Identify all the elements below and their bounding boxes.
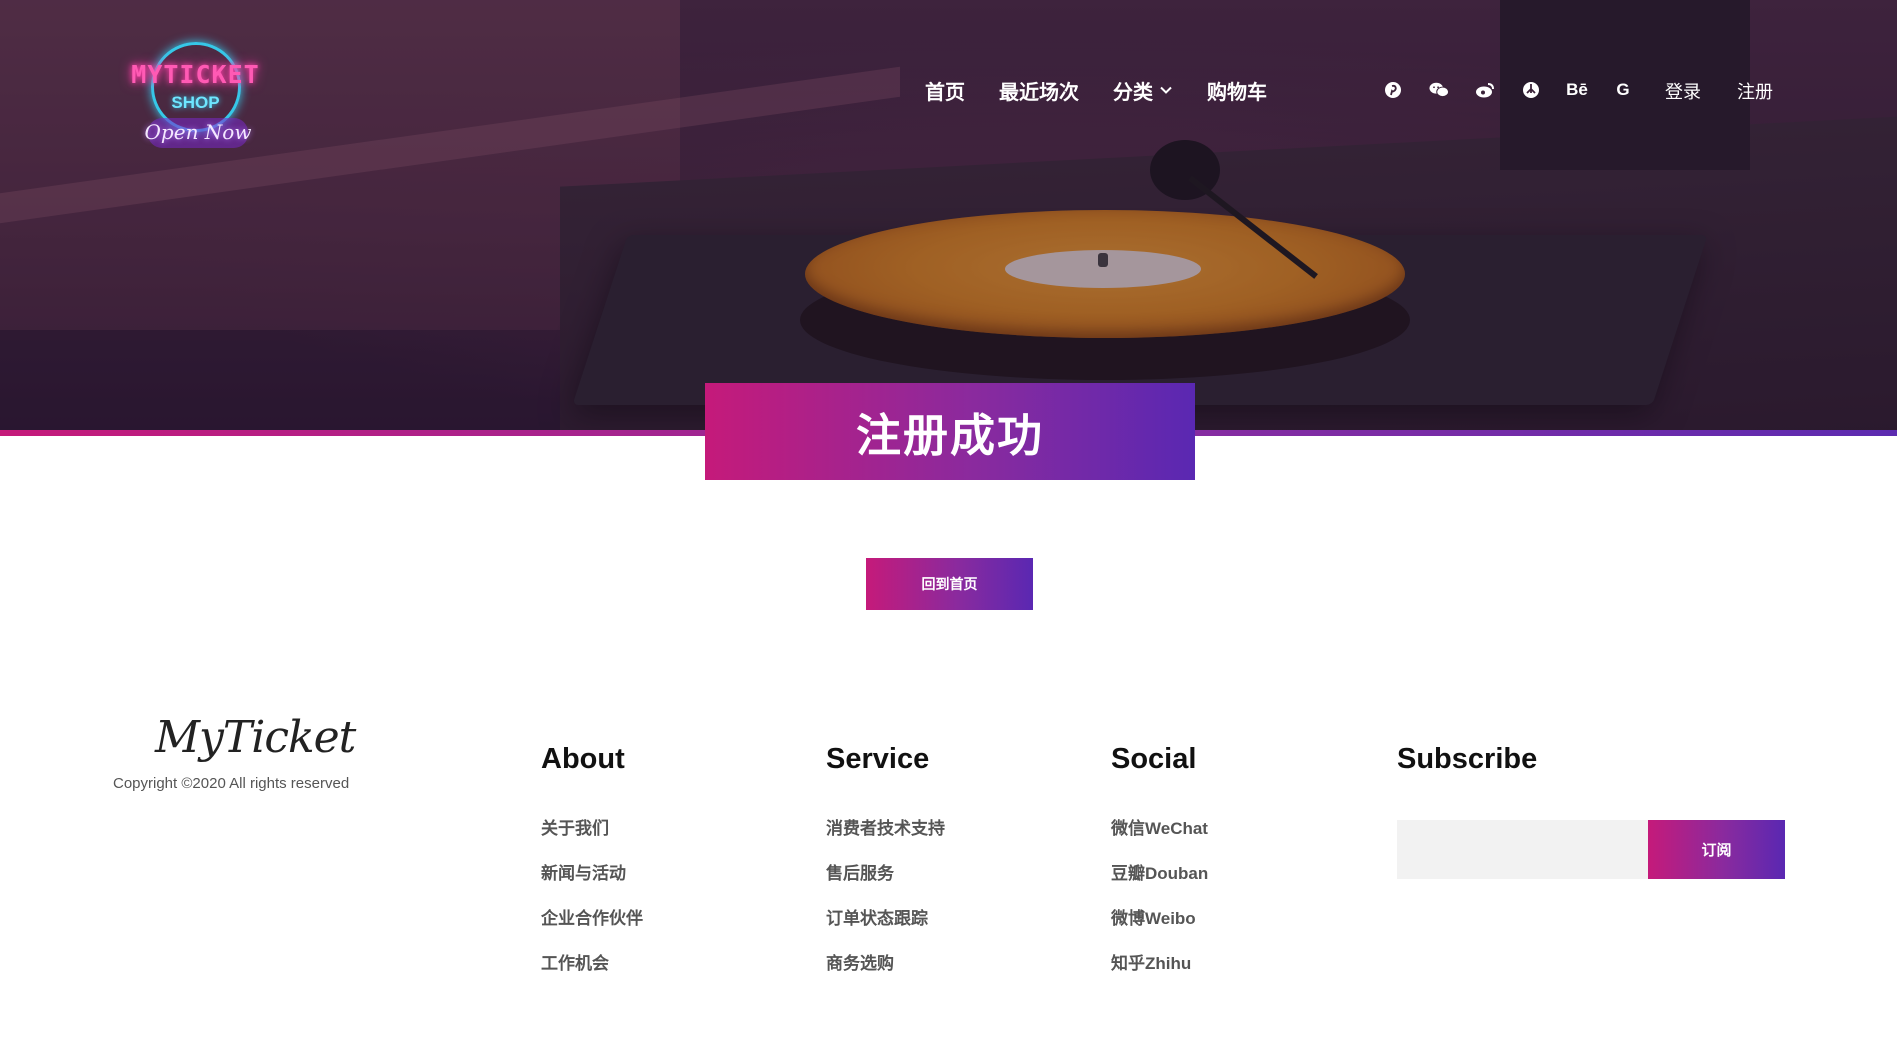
weibo-icon[interactable] — [1475, 80, 1495, 100]
footer-link-label[interactable]: 知乎Zhihu — [1111, 954, 1191, 973]
footer-link[interactable]: 消费者技术支持 — [826, 814, 945, 859]
footer-link-label[interactable]: 售后服务 — [826, 864, 894, 883]
footer-link[interactable]: 豆瓣Douban — [1111, 859, 1208, 904]
subscribe-email-input[interactable] — [1397, 820, 1648, 879]
register-link[interactable]: 注册 — [1737, 78, 1773, 104]
logo-tagline: Open Now — [144, 120, 252, 144]
footer-link-label[interactable]: 微信WeChat — [1111, 819, 1208, 838]
footer-col-service: Service 消费者技术支持 售后服务 订单状态跟踪 商务选购 — [826, 743, 945, 994]
footer-brand: MyTicket — [155, 712, 356, 763]
footer-link[interactable]: 知乎Zhihu — [1111, 949, 1208, 994]
site-logo[interactable]: MYTICKET SHOP Open Now — [118, 38, 273, 148]
wechat-icon[interactable] — [1429, 80, 1449, 100]
google-icon[interactable]: G — [1613, 80, 1633, 100]
footer-link[interactable]: 售后服务 — [826, 859, 945, 904]
footer-link[interactable]: 微信WeChat — [1111, 814, 1208, 859]
footer-link-label[interactable]: 关于我们 — [541, 819, 609, 838]
pinterest-icon[interactable] — [1383, 80, 1403, 100]
footer-link-label[interactable]: 商务选购 — [826, 954, 894, 973]
footer-link[interactable]: 新闻与活动 — [541, 859, 643, 904]
header-social-icons: Bē G — [1383, 76, 1633, 104]
footer-link[interactable]: 商务选购 — [826, 949, 945, 994]
footer-link[interactable]: 订单状态跟踪 — [826, 904, 945, 949]
nav-home-label: 首页 — [925, 81, 965, 104]
subscribe-form: 订阅 — [1397, 820, 1785, 879]
footer-col-about: About 关于我们 新闻与活动 企业合作伙伴 工作机会 — [541, 743, 643, 994]
logo-shop: SHOP — [171, 93, 220, 112]
footer-copyright: Copyright ©2020 All rights reserved — [113, 775, 350, 792]
footer-col-title: Subscribe — [1397, 743, 1538, 775]
nav-recent-label: 最近场次 — [999, 81, 1079, 104]
footer-link[interactable]: 企业合作伙伴 — [541, 904, 643, 949]
chevron-down-icon — [1160, 86, 1172, 94]
auth-links: 登录 注册 — [1665, 78, 1773, 104]
footer-link-label[interactable]: 工作机会 — [541, 954, 609, 973]
logo-wordmark: MYTICKET — [131, 60, 260, 89]
footer-link[interactable]: 工作机会 — [541, 949, 643, 994]
footer-link[interactable]: 关于我们 — [541, 814, 643, 859]
footer-link-label[interactable]: 豆瓣Douban — [1111, 864, 1208, 883]
footer-link-label[interactable]: 订单状态跟踪 — [826, 909, 928, 928]
main-nav: 首页 最近场次 分类 购物车 — [925, 76, 1267, 104]
nav-recent-shows[interactable]: 最近场次 — [999, 76, 1079, 105]
back-home-button[interactable]: 回到首页 — [866, 558, 1033, 610]
nav-home[interactable]: 首页 — [925, 76, 965, 105]
footer-col-subscribe: Subscribe — [1397, 743, 1537, 814]
hero-overlay — [0, 0, 1897, 430]
footer-link-label[interactable]: 新闻与活动 — [541, 864, 626, 883]
login-link[interactable]: 登录 — [1665, 78, 1701, 104]
nav-categories-label: 分类 — [1113, 81, 1153, 104]
behance-icon[interactable]: Bē — [1566, 80, 1588, 100]
footer-col-title: Service — [826, 743, 930, 775]
footer-link-label[interactable]: 企业合作伙伴 — [541, 909, 643, 928]
footer-link[interactable]: 微博Weibo — [1111, 904, 1208, 949]
footer-col-title: About — [541, 743, 625, 775]
nav-cart-label: 购物车 — [1207, 81, 1267, 104]
footer-col-title: Social — [1111, 743, 1197, 775]
footer-col-social: Social 微信WeChat 豆瓣Douban 微博Weibo 知乎Zhihu — [1111, 743, 1208, 994]
page-title: 注册成功 — [855, 410, 1044, 461]
nav-categories[interactable]: 分类 — [1113, 76, 1173, 105]
subscribe-button[interactable]: 订阅 — [1648, 820, 1785, 879]
nav-cart[interactable]: 购物车 — [1207, 76, 1267, 105]
douban-icon[interactable] — [1521, 80, 1541, 100]
footer-link-label[interactable]: 微博Weibo — [1111, 909, 1196, 928]
page-title-box: 注册成功 — [705, 383, 1195, 480]
footer-link-label[interactable]: 消费者技术支持 — [826, 819, 945, 838]
hero-banner — [0, 0, 1897, 430]
